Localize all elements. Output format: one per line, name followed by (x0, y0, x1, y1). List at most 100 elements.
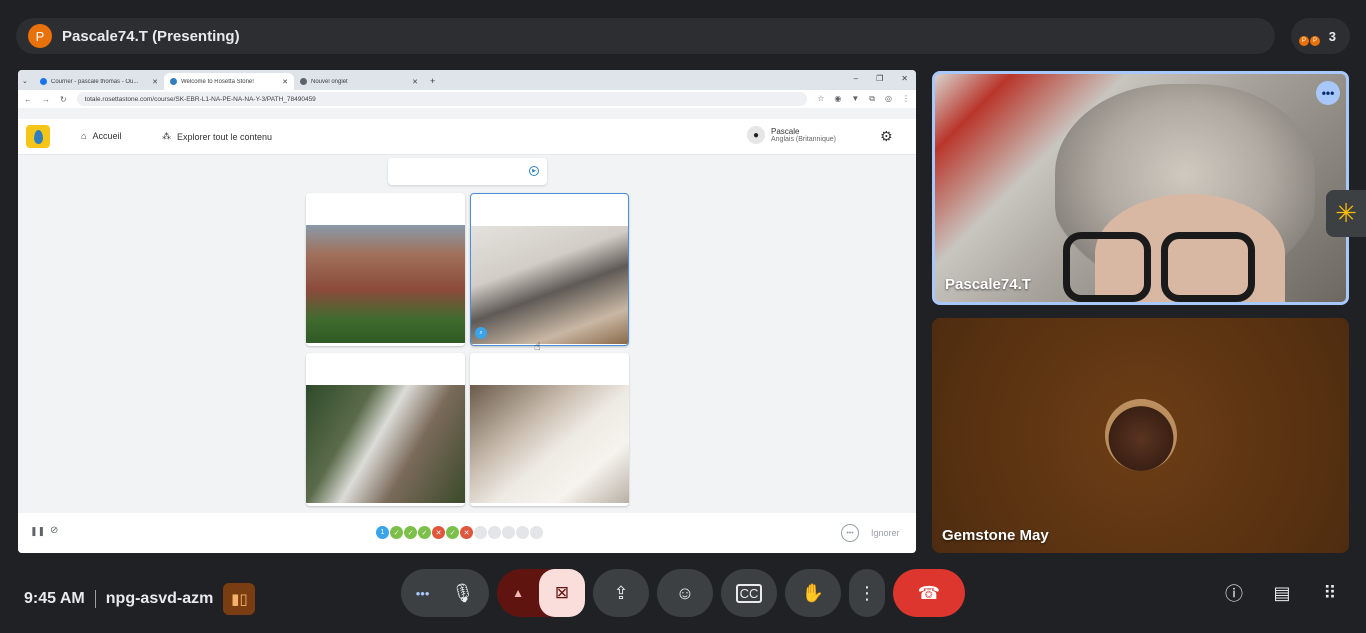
extensions-puzzle-icon[interactable]: ⧉ (869, 94, 875, 104)
end-call-button[interactable]: ☎ (893, 569, 965, 617)
tab-search-icon[interactable]: ⌄ (22, 77, 34, 85)
progress-dot[interactable] (530, 526, 543, 539)
participants-button[interactable]: P P 3 (1291, 18, 1350, 54)
maximize-icon[interactable]: ❐ (876, 74, 883, 83)
progress-dot[interactable] (474, 526, 487, 539)
close-icon[interactable]: ✕ (282, 78, 288, 86)
bookmark-star-icon[interactable]: ☆ (817, 94, 824, 104)
browser-tab-title: Welcome to Rosetta Stone! (181, 78, 254, 85)
presenter-bar: P Pascale74.T (Presenting) (16, 18, 1275, 54)
progress-dots: 1 ✓ ✓ ✓ ✕ ✓ ✕ (376, 526, 543, 539)
browser-tab-strip: ⌄ Courrier - pascale thomas - Ou... ✕ We… (18, 70, 916, 90)
browser-tab[interactable]: Nouvel onglet ✕ (294, 73, 424, 90)
window-close-icon[interactable]: ✕ (901, 74, 908, 83)
house-photo (306, 225, 465, 343)
porch-photo (306, 385, 465, 503)
user-menu[interactable]: ● Pascale Anglais (Britannique) (747, 126, 836, 144)
divider (94, 590, 96, 608)
activity-badge-icon[interactable]: ✳ (1326, 190, 1366, 237)
presenter-label: Pascale74.T (Presenting) (62, 27, 240, 45)
user-avatar-icon: ● (747, 126, 765, 144)
url-text: totale.rosettastone.com/course/SK-EBR-L1… (84, 95, 316, 103)
progress-dot[interactable]: ✓ (418, 526, 431, 539)
progress-dot[interactable] (516, 526, 529, 539)
outlook-icon (40, 78, 47, 85)
answer-card[interactable] (306, 193, 465, 346)
progress-dot[interactable]: 1 (376, 526, 389, 539)
skip-icon[interactable]: ••• (841, 524, 859, 542)
participants-avatars: P P (1299, 22, 1327, 50)
answer-card[interactable] (306, 353, 465, 506)
chrome-icon (300, 78, 307, 85)
gear-icon[interactable]: ⚙ (880, 128, 893, 145)
extension-icons: ☆ ◉ ▼ ⧉ ◎ ⋮ (817, 94, 910, 104)
user-name: Pascale (771, 127, 800, 136)
camera-button[interactable]: ▲ ⊠ (497, 569, 585, 617)
hide-icon[interactable]: ⊘ (50, 525, 58, 536)
sofa-photo (470, 385, 629, 503)
new-tab-icon[interactable]: + (430, 76, 435, 86)
participant-dot: P (1299, 36, 1309, 46)
reactions-button[interactable]: ☺ (657, 569, 713, 617)
info-icon[interactable]: ⓘ (1221, 580, 1247, 606)
more-vert-icon: ⋮ (858, 582, 876, 603)
participant-tile-self[interactable]: ••• Pascale74.T (932, 71, 1349, 305)
nav-explore[interactable]: ⁂ Explorer tout le contenu (162, 131, 272, 142)
progress-dot[interactable]: ✓ (446, 526, 459, 539)
reload-icon[interactable]: ↻ (60, 95, 67, 104)
participant-tile[interactable]: Gemstone May (932, 318, 1349, 553)
chat-icon[interactable]: ▤ (1269, 580, 1295, 606)
progress-dot[interactable] (502, 526, 515, 539)
extension-icon[interactable]: ▼ (851, 94, 859, 104)
play-audio-icon[interactable]: ▶ (529, 166, 539, 176)
progress-dot[interactable]: ✕ (460, 526, 473, 539)
present-screen-icon: ⇪ (613, 582, 629, 603)
answer-card-selected[interactable]: ⌕ (470, 193, 629, 346)
meeting-code: npg-asvd-azm (105, 590, 214, 607)
back-icon[interactable]: ← (24, 95, 32, 104)
progress-dot[interactable]: ✕ (432, 526, 445, 539)
minimize-icon[interactable]: – (854, 74, 858, 83)
chevron-up-icon[interactable]: ▲ (497, 586, 539, 600)
home-icon: ⌂ (81, 131, 87, 141)
meeting-room-icon[interactable]: ▮▯ (223, 583, 256, 615)
tile-name: Gemstone May (942, 527, 1049, 544)
progress-dot[interactable]: ✓ (404, 526, 417, 539)
rosetta-logo[interactable] (26, 125, 50, 148)
apps-grid-icon[interactable]: ⠿ (1317, 580, 1343, 606)
extension-icon[interactable]: ◉ (834, 94, 841, 104)
kitchen-photo (471, 226, 628, 344)
browser-tab-active[interactable]: Welcome to Rosetta Stone! ✕ (164, 73, 294, 90)
raise-hand-button[interactable]: ✋ (785, 569, 841, 617)
progress-dot[interactable] (488, 526, 501, 539)
answer-card[interactable] (470, 353, 629, 506)
camera-off-icon[interactable]: ⊠ (539, 569, 585, 617)
captions-button[interactable]: CC (721, 569, 777, 617)
video-glasses (1063, 232, 1151, 302)
profile-icon[interactable]: ◎ (885, 94, 892, 104)
close-icon[interactable]: ✕ (152, 78, 158, 86)
nav-explore-label: Explorer tout le contenu (177, 131, 273, 142)
skip-button[interactable]: Ignorer (871, 528, 900, 538)
clock-time: 9:45 AM (24, 590, 85, 607)
present-button[interactable]: ⇪ (593, 569, 649, 617)
zoom-icon[interactable]: ⌕ (475, 327, 487, 339)
tile-more-options-icon[interactable]: ••• (1316, 81, 1340, 105)
browser-tab[interactable]: Courrier - pascale thomas - Ou... ✕ (34, 73, 164, 90)
mic-icon: 🎙 (451, 582, 475, 603)
pause-icon[interactable]: ❚❚ (30, 526, 45, 537)
close-icon[interactable]: ✕ (412, 78, 418, 86)
mic-button[interactable]: ••• 🎙 (401, 569, 489, 617)
user-language: Anglais (Britannique) (771, 136, 836, 143)
progress-dot[interactable]: ✓ (390, 526, 403, 539)
rosetta-icon (170, 78, 177, 85)
participants-count: 3 (1328, 28, 1336, 44)
participant-dot: P (1310, 36, 1320, 46)
kebab-menu-icon[interactable]: ⋮ (902, 94, 910, 104)
nav-home[interactable]: ⌂ Accueil (81, 131, 121, 141)
url-bar[interactable]: totale.rosettastone.com/course/SK-EBR-L1… (76, 92, 808, 106)
meeting-info: 9:45 AM npg-asvd-azm ▮▯ (24, 583, 256, 615)
audio-options-icon[interactable]: ••• (416, 586, 430, 601)
forward-icon[interactable]: → (42, 95, 50, 104)
more-options-button[interactable]: ⋮ (849, 569, 885, 617)
